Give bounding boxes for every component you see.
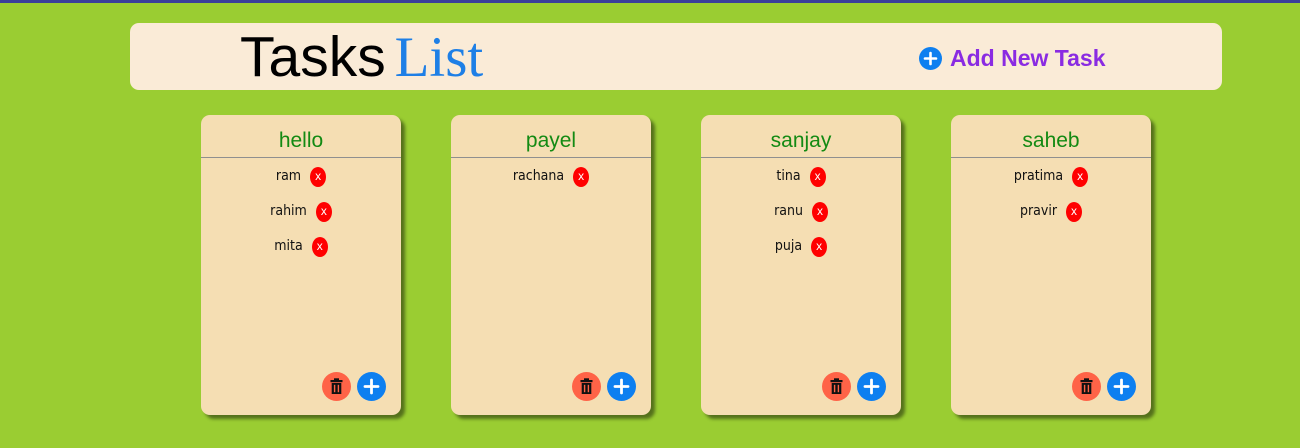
delete-card-button[interactable]	[1072, 372, 1101, 401]
trash-icon	[830, 378, 843, 394]
delete-card-button[interactable]	[572, 372, 601, 401]
task-card: sanjay tina x ranu x puja x	[701, 115, 901, 415]
task-items-list: pratima x pravir x	[951, 158, 1151, 236]
remove-item-button[interactable]: x	[809, 167, 826, 187]
add-new-task-button[interactable]: Add New Task	[919, 44, 1106, 71]
add-item-button[interactable]	[607, 372, 636, 401]
add-item-button[interactable]	[1107, 372, 1136, 401]
card-title: saheb	[951, 115, 1151, 158]
task-item-label: rachana	[512, 168, 565, 184]
task-items-list: ram x rahim x mita x	[201, 158, 401, 271]
task-card: saheb pratima x pravir x	[951, 115, 1151, 415]
card-actions	[572, 372, 636, 401]
remove-item-button[interactable]: x	[811, 202, 828, 222]
header-bar: Tasks List Add New Task	[130, 23, 1222, 90]
remove-item-button[interactable]: x	[1066, 202, 1083, 222]
plus-icon	[613, 378, 630, 395]
remove-item-button[interactable]: x	[315, 202, 332, 222]
card-title: hello	[201, 115, 401, 158]
remove-item-button[interactable]: x	[311, 237, 328, 257]
plus-icon	[863, 378, 880, 395]
card-title: payel	[451, 115, 651, 158]
plus-circle-icon	[919, 46, 942, 70]
remove-item-button[interactable]: x	[811, 237, 828, 257]
add-new-task-label: Add New Task	[950, 44, 1106, 71]
task-card: payel rachana x	[451, 115, 651, 415]
task-item: ranu x	[701, 201, 901, 236]
add-item-button[interactable]	[857, 372, 886, 401]
task-items-list: rachana x	[451, 158, 651, 201]
task-item-label: ranu	[774, 203, 803, 219]
task-item: mita x	[201, 236, 401, 271]
task-item-label: pravir	[1019, 203, 1058, 219]
remove-item-button[interactable]: x	[310, 167, 327, 187]
plus-icon	[1113, 378, 1130, 395]
title-word-tasks: Tasks	[240, 25, 386, 89]
trash-icon	[580, 378, 593, 394]
task-item: pravir x	[951, 201, 1151, 236]
task-item: rachana x	[451, 166, 651, 201]
task-item: ram x	[201, 166, 401, 201]
task-item-label: puja	[774, 238, 803, 254]
trash-icon	[330, 378, 343, 394]
task-card: hello ram x rahim x mita x	[201, 115, 401, 415]
task-item-label: mita	[274, 238, 303, 254]
task-item-label: rahim	[270, 203, 307, 219]
plus-icon	[363, 378, 380, 395]
task-item: tina x	[701, 166, 901, 201]
task-item: puja x	[701, 236, 901, 271]
card-actions	[1072, 372, 1136, 401]
task-item: pratima x	[951, 166, 1151, 201]
remove-item-button[interactable]: x	[573, 167, 590, 187]
task-item: rahim x	[201, 201, 401, 236]
delete-card-button[interactable]	[322, 372, 351, 401]
add-item-button[interactable]	[357, 372, 386, 401]
trash-icon	[1080, 378, 1093, 394]
task-item-label: tina	[776, 168, 801, 184]
task-items-list: tina x ranu x puja x	[701, 158, 901, 271]
title-word-list: List	[394, 26, 484, 89]
page-title: Tasks List	[240, 25, 483, 97]
card-actions	[822, 372, 886, 401]
remove-item-button[interactable]: x	[1072, 167, 1089, 187]
card-title: sanjay	[701, 115, 901, 158]
card-actions	[322, 372, 386, 401]
task-item-label: pratima	[1013, 168, 1064, 184]
task-item-label: ram	[275, 168, 302, 184]
delete-card-button[interactable]	[822, 372, 851, 401]
